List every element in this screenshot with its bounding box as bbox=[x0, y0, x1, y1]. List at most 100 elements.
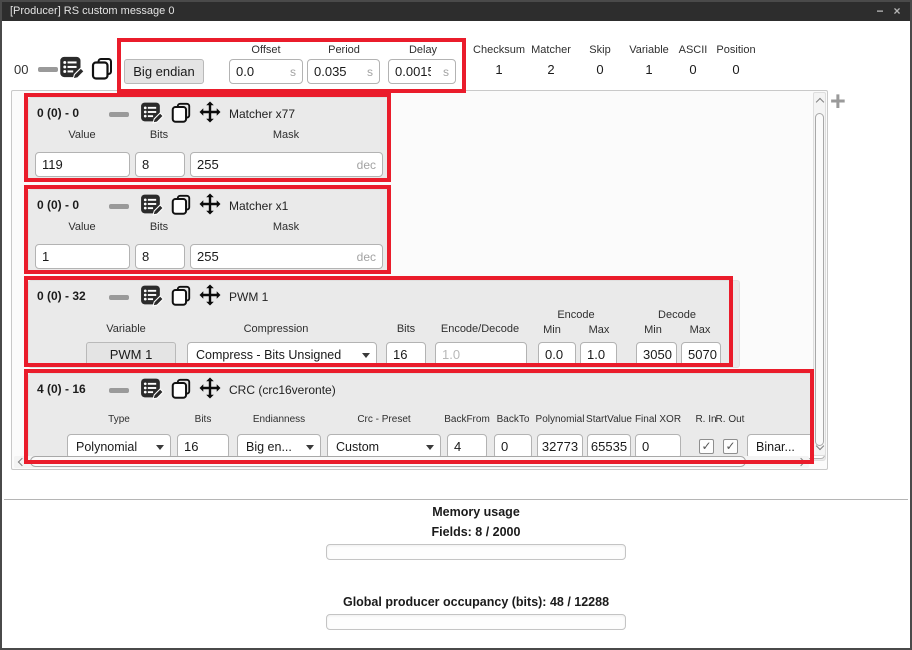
decode-min-input[interactable]: 3050 bbox=[636, 342, 677, 367]
edit-fields-icon[interactable] bbox=[139, 283, 164, 308]
footer-divider bbox=[4, 499, 908, 500]
bits-label: Bits bbox=[150, 129, 168, 141]
stat-checksum: Checksum 1 bbox=[473, 44, 525, 77]
duplicate-icon[interactable] bbox=[170, 285, 192, 307]
decode-min-label: Min bbox=[644, 324, 662, 336]
bit-range-label: 0 (0) - 0 bbox=[37, 106, 79, 120]
move-icon[interactable] bbox=[198, 283, 222, 307]
occupancy-progress-bar bbox=[326, 614, 626, 630]
window-title: [Producer] RS custom message 0 bbox=[10, 5, 174, 17]
fields-progress-bar bbox=[326, 544, 626, 560]
duplicate-icon[interactable] bbox=[170, 194, 192, 216]
backto-label: BackTo bbox=[497, 414, 530, 425]
decode-max-input[interactable]: 5070 bbox=[681, 342, 721, 367]
duplicate-icon[interactable] bbox=[170, 102, 192, 124]
r-out-label: R. Out bbox=[716, 414, 745, 425]
bits-input[interactable]: 16 bbox=[386, 342, 426, 367]
panel-matcher-x77: 0 (0) - 0 Matcher x77 Value Bits Mask 11… bbox=[28, 97, 390, 181]
offset-unit: s bbox=[290, 65, 296, 79]
mask-base-suffix: dec bbox=[357, 158, 376, 172]
add-field-button[interactable]: + bbox=[830, 86, 846, 117]
variable-button[interactable]: PWM 1 bbox=[86, 342, 176, 367]
compression-label: Compression bbox=[244, 323, 309, 335]
chevron-down-icon bbox=[156, 445, 164, 450]
occupancy-text: Global producer occupancy (bits): 48 / 1… bbox=[126, 595, 826, 609]
polynomial-label: Polynomial bbox=[536, 414, 585, 425]
chevron-down-icon bbox=[306, 445, 314, 450]
delay-unit: s bbox=[443, 65, 449, 79]
chevron-down-icon bbox=[362, 353, 370, 358]
startvalue-label: StartValue bbox=[586, 414, 632, 425]
minus-icon[interactable] bbox=[109, 388, 129, 393]
value-label: Value bbox=[68, 221, 95, 233]
title-bar: [Producer] RS custom message 0 − × bbox=[2, 2, 910, 21]
encode-group-label: Encode bbox=[557, 309, 594, 321]
decode-max-label: Max bbox=[690, 324, 711, 336]
panel-crc: 4 (0) - 16 CRC (crc16veronte) Type Bits … bbox=[28, 373, 826, 461]
bit-range-label: 4 (0) - 16 bbox=[37, 382, 86, 396]
bits-input[interactable]: 8 bbox=[135, 244, 185, 269]
edit-fields-icon[interactable] bbox=[58, 54, 85, 81]
encode-max-input[interactable]: 1.0 bbox=[580, 342, 617, 367]
move-icon[interactable] bbox=[198, 100, 222, 124]
move-icon[interactable] bbox=[198, 192, 222, 216]
stat-ascii: ASCII 0 bbox=[679, 44, 708, 77]
panel-pwm: 0 (0) - 32 PWM 1 Variable Compression Bi… bbox=[28, 280, 740, 368]
type-label: Type bbox=[108, 414, 130, 425]
field-title: PWM 1 bbox=[229, 290, 268, 304]
r-in-label: R. In bbox=[695, 414, 716, 425]
move-icon[interactable] bbox=[198, 376, 222, 400]
check-icon: ✓ bbox=[725, 439, 735, 453]
minimize-button[interactable]: − bbox=[872, 3, 888, 19]
scroll-up-icon[interactable] bbox=[816, 98, 824, 106]
mask-input[interactable]: 255dec bbox=[190, 152, 383, 177]
mask-input[interactable]: 255dec bbox=[190, 244, 383, 269]
big-endian-button[interactable]: Big endian bbox=[124, 59, 204, 84]
period-input[interactable]: 0.035 s bbox=[307, 59, 380, 84]
bits-label: Bits bbox=[150, 221, 168, 233]
delay-input[interactable]: 0.0015 s bbox=[388, 59, 456, 84]
stat-variable: Variable 1 bbox=[629, 44, 669, 77]
minus-icon[interactable] bbox=[38, 67, 58, 72]
bit-range-label: 0 (0) - 32 bbox=[37, 289, 86, 303]
bits-input[interactable]: 8 bbox=[135, 152, 185, 177]
scroll-right-icon[interactable] bbox=[797, 458, 805, 466]
memory-usage-title: Memory usage bbox=[126, 505, 826, 519]
value-input[interactable]: 119 bbox=[35, 152, 130, 177]
minus-icon[interactable] bbox=[109, 112, 129, 117]
duplicate-icon[interactable] bbox=[90, 57, 114, 81]
field-title: Matcher x1 bbox=[229, 199, 288, 213]
stat-position: Position 0 bbox=[716, 44, 755, 77]
compression-select[interactable]: Compress - Bits Unsigned bbox=[187, 342, 377, 367]
scroll-left-icon[interactable] bbox=[18, 458, 26, 466]
minus-icon[interactable] bbox=[109, 204, 129, 209]
vertical-scrollbar-thumb[interactable] bbox=[815, 113, 824, 446]
encode-decode-input[interactable]: 1.0 bbox=[435, 342, 527, 367]
edit-fields-icon[interactable] bbox=[139, 192, 164, 217]
edit-fields-icon[interactable] bbox=[139, 376, 164, 401]
horizontal-scrollbar-thumb[interactable] bbox=[30, 456, 746, 467]
offset-input[interactable]: 0.0 s bbox=[229, 59, 303, 84]
horizontal-scrollbar[interactable] bbox=[14, 456, 809, 468]
mask-base-suffix: dec bbox=[357, 250, 376, 264]
minus-icon[interactable] bbox=[109, 295, 129, 300]
duplicate-icon[interactable] bbox=[170, 378, 192, 400]
field-title: CRC (crc16veronte) bbox=[229, 383, 336, 397]
fields-count-text: Fields: 8 / 2000 bbox=[126, 525, 826, 539]
decode-group-label: Decode bbox=[658, 309, 696, 321]
period-label: Period bbox=[328, 44, 360, 56]
stat-matcher: Matcher 2 bbox=[531, 44, 571, 77]
r-out-checkbox[interactable]: ✓ bbox=[723, 439, 738, 454]
close-button[interactable]: × bbox=[889, 3, 905, 19]
r-in-checkbox[interactable]: ✓ bbox=[699, 439, 714, 454]
encode-min-input[interactable]: 0.0 bbox=[538, 342, 576, 367]
bits-label: Bits bbox=[397, 323, 415, 335]
mask-label: Mask bbox=[273, 221, 299, 233]
edit-fields-icon[interactable] bbox=[139, 100, 164, 125]
value-input[interactable]: 1 bbox=[35, 244, 130, 269]
vertical-scrollbar[interactable] bbox=[813, 92, 826, 456]
stat-skip: Skip 0 bbox=[589, 44, 610, 77]
encode-decode-label: Encode/Decode bbox=[441, 323, 519, 335]
check-icon: ✓ bbox=[701, 439, 711, 453]
fields-scroll-area: 0 (0) - 0 Matcher x77 Value Bits Mask 11… bbox=[11, 90, 828, 470]
